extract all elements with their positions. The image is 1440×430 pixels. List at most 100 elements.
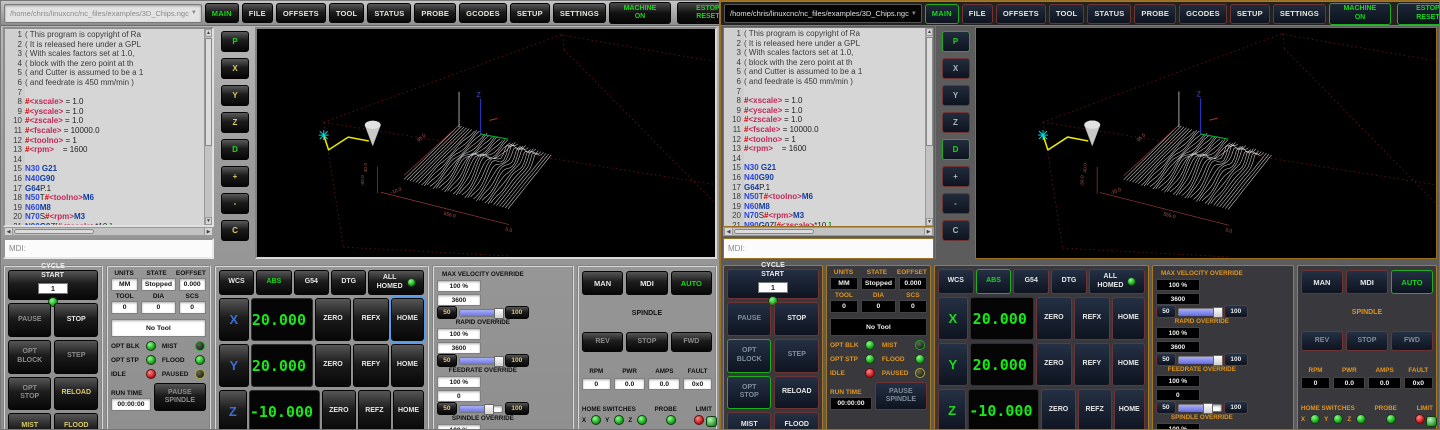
- mode-man-button[interactable]: MAN: [582, 271, 623, 295]
- file-path-combo[interactable]: /home/chris/linuxcnc/nc_files/examples/3…: [4, 4, 202, 23]
- tab-status[interactable]: STATUS: [367, 3, 411, 23]
- tab-file[interactable]: FILE: [962, 4, 993, 24]
- override-max-button[interactable]: 100: [1224, 401, 1248, 414]
- zoom-in-button[interactable]: +: [221, 166, 249, 187]
- slider-handle[interactable]: [494, 356, 504, 367]
- zero-z-button[interactable]: ZERO: [1041, 389, 1075, 430]
- ref-y-button[interactable]: REFY: [353, 344, 389, 387]
- override-slider[interactable]: [1178, 356, 1222, 364]
- machine-on-button[interactable]: MACHINE ON: [609, 2, 671, 24]
- opt-block-button[interactable]: OPTBLOCK: [727, 339, 771, 373]
- zoom-out-button[interactable]: -: [942, 193, 970, 214]
- tab-status[interactable]: STATUS: [1087, 4, 1131, 24]
- tab-file[interactable]: FILE: [242, 3, 273, 23]
- file-path-combo[interactable]: /home/chris/linuxcnc/nc_files/examples/3…: [724, 4, 922, 23]
- mode-mdi-button[interactable]: MDI: [1346, 270, 1388, 294]
- wcs-button[interactable]: WCS: [938, 269, 974, 294]
- home-y-button[interactable]: HOME: [391, 344, 424, 387]
- mode-auto-button[interactable]: AUTO: [671, 271, 712, 295]
- scroll-thumb[interactable]: [205, 38, 212, 146]
- zoom-in-button[interactable]: +: [942, 166, 970, 187]
- axis-z-button[interactable]: Z: [219, 390, 247, 430]
- tab-settings[interactable]: SETTINGS: [1273, 4, 1326, 24]
- cycle-count-spinbox[interactable]: 1: [758, 282, 788, 293]
- tab-gcodes[interactable]: GCODES: [459, 3, 507, 23]
- flood-off-button[interactable]: FLOODOFF: [774, 412, 819, 430]
- home-z-button[interactable]: HOME: [393, 390, 424, 430]
- clear-plot-button[interactable]: C: [942, 220, 970, 241]
- horizontal-scrollbar[interactable]: ◀ ▶: [3, 227, 214, 236]
- slider-handle[interactable]: [1213, 355, 1223, 366]
- view-z-button[interactable]: Z: [221, 112, 249, 133]
- view-dimensions-button[interactable]: D: [942, 139, 970, 160]
- scroll-thumb[interactable]: [926, 37, 933, 146]
- estop-reset-button[interactable]: ESTOP RESET: [1397, 3, 1440, 25]
- override-min-button[interactable]: 50: [1156, 305, 1176, 318]
- ref-y-button[interactable]: REFY: [1074, 343, 1110, 386]
- axis-x-button[interactable]: X: [219, 298, 249, 341]
- reload-button[interactable]: RELOAD: [54, 377, 98, 411]
- tab-probe[interactable]: PROBE: [414, 3, 456, 23]
- ref-z-button[interactable]: REFZ: [1078, 389, 1112, 430]
- view-p-button[interactable]: P: [942, 31, 970, 52]
- override-min-button[interactable]: 50: [437, 402, 457, 415]
- home-z-button[interactable]: HOME: [1114, 389, 1145, 430]
- tab-gcodes[interactable]: GCODES: [1179, 4, 1227, 24]
- horizontal-scrollbar[interactable]: ◀ ▶: [723, 227, 934, 236]
- pause-button[interactable]: PAUSE: [8, 303, 51, 337]
- view-p-button[interactable]: P: [221, 31, 249, 52]
- zero-z-button[interactable]: ZERO: [322, 390, 356, 430]
- home-x-button[interactable]: HOME: [391, 298, 424, 341]
- tab-tool[interactable]: TOOL: [1049, 4, 1085, 24]
- tray-icon[interactable]: [706, 416, 717, 427]
- abs-button[interactable]: ABS: [976, 269, 1012, 294]
- zero-x-button[interactable]: ZERO: [1036, 297, 1072, 340]
- slider-handle[interactable]: [484, 404, 494, 415]
- step-button[interactable]: STEP: [774, 339, 819, 373]
- dtg-button[interactable]: DTG: [1051, 269, 1087, 294]
- cycle-start-button[interactable]: CYCLE START 1: [8, 270, 98, 300]
- ref-x-button[interactable]: REFX: [353, 298, 389, 341]
- scroll-left-icon[interactable]: ◀: [4, 228, 13, 235]
- scroll-up-icon[interactable]: ▲: [926, 28, 933, 36]
- g54-button[interactable]: G54: [1013, 269, 1049, 294]
- axis-y-button[interactable]: Y: [938, 343, 968, 386]
- tab-tool[interactable]: TOOL: [329, 3, 365, 23]
- override-min-button[interactable]: 50: [437, 306, 457, 319]
- tray-icon[interactable]: [1426, 416, 1437, 427]
- zero-x-button[interactable]: ZERO: [315, 298, 351, 341]
- axis-z-button[interactable]: Z: [938, 389, 966, 430]
- spindle-rev-button[interactable]: REV: [1301, 331, 1343, 351]
- cycle-start-button[interactable]: CYCLE START 1: [727, 269, 819, 299]
- ref-z-button[interactable]: REFZ: [358, 390, 392, 430]
- override-slider[interactable]: [1178, 308, 1222, 316]
- scroll-thumb[interactable]: [734, 229, 814, 234]
- override-max-button[interactable]: 100: [505, 354, 529, 367]
- vertical-scrollbar[interactable]: ▲ ▼: [204, 29, 212, 225]
- tab-main[interactable]: MAIN: [205, 3, 239, 23]
- view-x-button[interactable]: X: [221, 58, 249, 79]
- dtg-button[interactable]: DTG: [331, 270, 366, 295]
- ref-x-button[interactable]: REFX: [1074, 297, 1110, 340]
- override-slider[interactable]: [459, 405, 503, 413]
- spindle-fwd-button[interactable]: FWD: [1391, 331, 1433, 351]
- stop-button[interactable]: STOP: [774, 302, 819, 336]
- tab-offsets[interactable]: OFFSETS: [996, 4, 1046, 24]
- override-max-button[interactable]: 100: [1224, 305, 1248, 318]
- step-button[interactable]: STEP: [54, 340, 98, 374]
- clear-plot-button[interactable]: C: [221, 220, 249, 241]
- scroll-left-icon[interactable]: ◀: [724, 228, 733, 235]
- pause-spindle-button[interactable]: PAUSESPINDLE: [875, 382, 927, 410]
- scroll-right-icon[interactable]: ▶: [204, 228, 213, 235]
- all-homed-button[interactable]: ALLHOMED: [1089, 269, 1145, 294]
- pause-spindle-button[interactable]: PAUSESPINDLE: [154, 383, 206, 411]
- axis-x-button[interactable]: X: [938, 297, 968, 340]
- override-slider[interactable]: [459, 309, 503, 317]
- zoom-out-button[interactable]: -: [221, 193, 249, 214]
- tab-main[interactable]: MAIN: [925, 4, 959, 24]
- slider-handle[interactable]: [1213, 307, 1223, 318]
- stop-button[interactable]: STOP: [54, 303, 98, 337]
- g54-button[interactable]: G54: [294, 270, 329, 295]
- pause-button[interactable]: PAUSE: [727, 302, 771, 336]
- override-min-button[interactable]: 50: [1156, 401, 1176, 414]
